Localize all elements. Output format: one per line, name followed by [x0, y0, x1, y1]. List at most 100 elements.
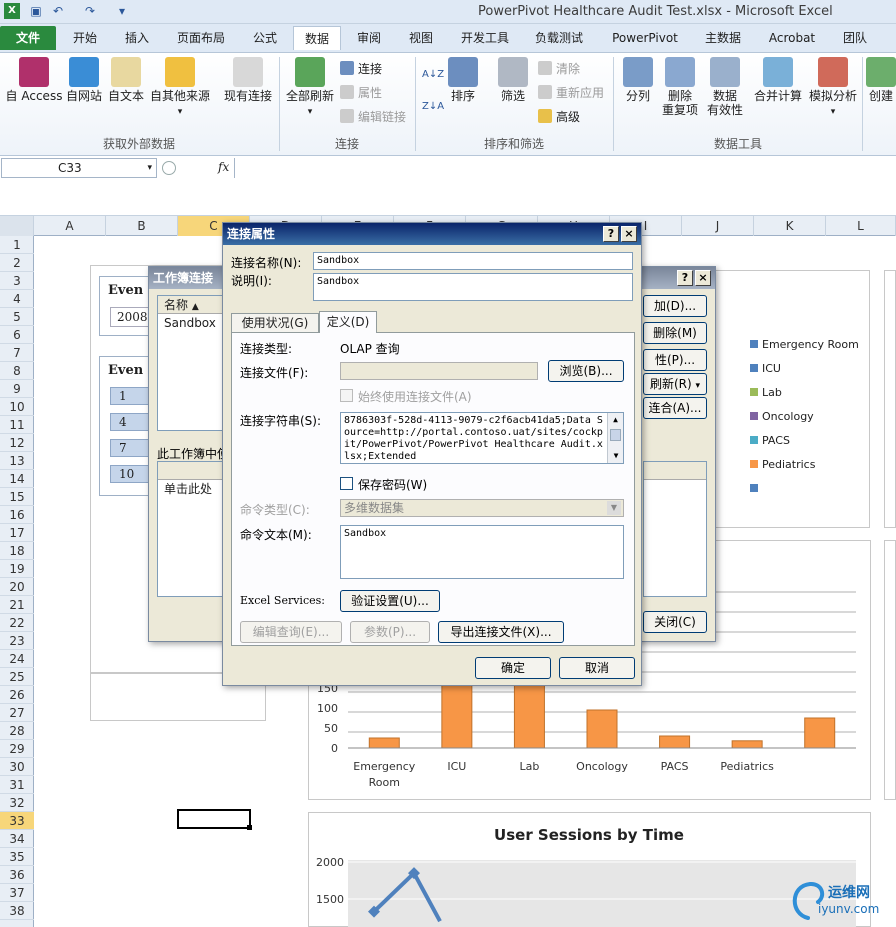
close-button[interactable]: ×	[695, 270, 711, 286]
advanced-button[interactable]: 高级	[538, 109, 580, 125]
tab-load-test[interactable]: 负载测试	[526, 26, 592, 50]
remove-button[interactable]: 删除(M)	[643, 322, 707, 344]
tab-page-layout[interactable]: 页面布局	[168, 26, 234, 50]
formula-resize-icon[interactable]	[162, 161, 176, 175]
undo-icon[interactable]: ↶	[50, 3, 66, 19]
data-validation-button[interactable]: 数据 有效性	[702, 57, 748, 117]
clear-button[interactable]: 清除	[538, 61, 580, 77]
save-password-checkbox[interactable]	[340, 477, 353, 490]
customize-qat-icon[interactable]: ▾	[114, 3, 130, 19]
column-header[interactable]: K	[754, 216, 826, 236]
chevron-down-icon[interactable]: ▼	[607, 501, 621, 515]
row-header[interactable]: 33	[0, 812, 34, 830]
reapply-button[interactable]: 重新应用	[538, 85, 604, 101]
row-header[interactable]: 36	[0, 866, 34, 884]
refresh-button[interactable]: 刷新(R) ▾	[643, 373, 707, 395]
connection-name-input[interactable]: Sandbox	[313, 252, 633, 270]
column-header[interactable]: B	[106, 216, 178, 236]
tab-team[interactable]: 团队	[834, 26, 876, 50]
authentication-settings-button[interactable]: 验证设置(U)...	[340, 590, 440, 612]
close-dialog-button[interactable]: 关闭(C)	[643, 611, 707, 633]
row-header[interactable]: 2	[0, 254, 34, 272]
row-header[interactable]: 12	[0, 434, 34, 452]
row-header[interactable]: 3	[0, 272, 34, 290]
from-web-button[interactable]: 自网站	[64, 57, 104, 103]
filter-button[interactable]: 筛选	[496, 57, 530, 103]
row-header[interactable]: 26	[0, 686, 34, 704]
scroll-down-icon[interactable]: ▼	[608, 449, 623, 463]
tab-formulas[interactable]: 公式	[242, 26, 288, 50]
scrollbar[interactable]: ▲ ▼	[607, 413, 623, 463]
row-header[interactable]: 18	[0, 542, 34, 560]
formula-input[interactable]	[234, 158, 896, 178]
connection-string-input[interactable]: 8786303f-528d-4113-9079-c2f6acb41da5;Dat…	[340, 412, 624, 464]
browse-button[interactable]: 浏览(B)...	[548, 360, 624, 382]
row-header[interactable]: 4	[0, 290, 34, 308]
properties-button[interactable]: 属性	[340, 85, 382, 101]
row-header[interactable]: 22	[0, 614, 34, 632]
row-header[interactable]: 14	[0, 470, 34, 488]
existing-connections-button[interactable]: 现有连接	[220, 57, 276, 103]
row-header[interactable]: 35	[0, 848, 34, 866]
select-all-corner[interactable]	[0, 216, 34, 236]
row-header[interactable]: 21	[0, 596, 34, 614]
row-header[interactable]: 30	[0, 758, 34, 776]
from-access-button[interactable]: 自 Access	[4, 57, 64, 103]
text-to-columns-button[interactable]: 分列	[618, 57, 658, 103]
row-header[interactable]: 27	[0, 704, 34, 722]
row-header[interactable]: 24	[0, 650, 34, 668]
ok-button[interactable]: 确定	[475, 657, 551, 679]
list-item[interactable]: Sandbox	[158, 314, 226, 332]
create-group-button[interactable]: 创建	[866, 57, 896, 103]
row-header[interactable]: 31	[0, 776, 34, 794]
edit-links-button[interactable]: 编辑链接	[340, 109, 406, 125]
click-here-text[interactable]: 单击此处	[158, 480, 226, 498]
scroll-thumb[interactable]	[610, 429, 621, 441]
row-header[interactable]: 25	[0, 668, 34, 686]
description-input[interactable]: Sandbox	[313, 273, 633, 301]
row-header[interactable]: 16	[0, 506, 34, 524]
row-header[interactable]: 23	[0, 632, 34, 650]
sort-az-icon[interactable]: A↓Z	[422, 67, 444, 83]
row-header[interactable]: 5	[0, 308, 34, 326]
close-button[interactable]: ×	[621, 226, 637, 242]
row-header[interactable]: 17	[0, 524, 34, 542]
manage-sets-button[interactable]: 连合(A)...	[643, 397, 707, 419]
connections-list[interactable]: 名称 ▲ Sandbox	[157, 295, 227, 431]
tab-powerpivot[interactable]: PowerPivot	[604, 26, 686, 50]
tab-master-data[interactable]: 主数据	[696, 26, 750, 50]
parameters-button[interactable]: 参数(P)...	[350, 621, 430, 643]
scroll-up-icon[interactable]: ▲	[608, 413, 623, 427]
connections-button[interactable]: 连接	[340, 61, 382, 77]
column-header[interactable]: J	[682, 216, 754, 236]
selected-cell[interactable]	[177, 809, 251, 829]
tab-home[interactable]: 开始	[62, 26, 108, 50]
row-header[interactable]: 34	[0, 830, 34, 848]
from-text-button[interactable]: 自文本	[106, 57, 146, 103]
row-header[interactable]: 19	[0, 560, 34, 578]
column-header[interactable]: A	[34, 216, 106, 236]
tab-file[interactable]: 文件	[0, 26, 56, 50]
column-header[interactable]: L	[826, 216, 896, 236]
tab-usage[interactable]: 使用状况(G)	[231, 313, 319, 333]
row-header[interactable]: 32	[0, 794, 34, 812]
row-header[interactable]: 28	[0, 722, 34, 740]
chevron-down-icon[interactable]: ▾	[147, 159, 152, 177]
tab-developer[interactable]: 开发工具	[452, 26, 518, 50]
always-use-file-checkbox[interactable]	[340, 389, 353, 402]
consolidate-button[interactable]: 合并计算	[750, 57, 806, 103]
row-header[interactable]: 37	[0, 884, 34, 902]
help-button[interactable]: ?	[603, 226, 619, 242]
row-header[interactable]: 7	[0, 344, 34, 362]
command-text-input[interactable]: Sandbox	[340, 525, 624, 579]
tab-data[interactable]: 数据	[293, 26, 341, 50]
refresh-all-button[interactable]: 全部刷新 ▾	[284, 57, 336, 119]
command-type-select[interactable]: 多维数据集 ▼	[340, 499, 624, 517]
row-header[interactable]: 8	[0, 362, 34, 380]
what-if-button[interactable]: 模拟分析 ▾	[806, 57, 860, 119]
name-box[interactable]: C33 ▾	[1, 158, 157, 178]
edit-query-button[interactable]: 编辑查询(E)...	[240, 621, 342, 643]
tab-view[interactable]: 视图	[398, 26, 444, 50]
export-connection-file-button[interactable]: 导出连接文件(X)...	[438, 621, 564, 643]
insert-function-button[interactable]: fx	[218, 160, 229, 174]
